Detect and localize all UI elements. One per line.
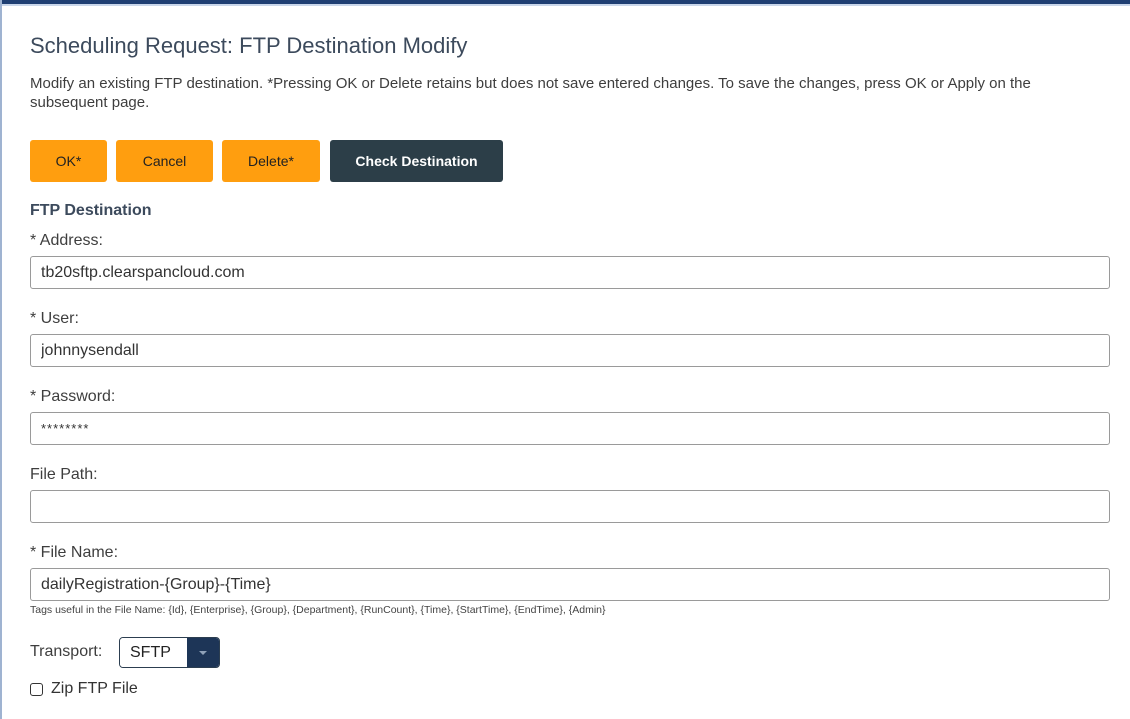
ok-button[interactable]: OK* [30,140,107,182]
address-field[interactable] [30,256,1110,289]
file-path-field[interactable] [30,490,1110,523]
section-title: FTP Destination [30,202,152,219]
file-name-field[interactable] [30,568,1110,601]
page-description: Modify an existing FTP destination. *Pre… [30,75,1031,111]
transport-select[interactable]: SFTP [119,637,220,668]
cancel-button[interactable]: Cancel [116,140,213,182]
zip-ftp-file-label: Zip FTP File [51,680,138,697]
chevron-down-icon [199,650,207,655]
header-rule-shadow [0,4,1130,6]
transport-label: Transport: [30,643,103,660]
file-name-label: * File Name: [30,544,119,561]
zip-ftp-file-checkbox[interactable] [30,682,43,696]
file-name-hint: Tags useful in the File Name: {Id}, {Ent… [30,604,606,616]
zip-ftp-file-option[interactable]: Zip FTP File [30,680,138,698]
address-label: * Address: [30,232,103,249]
check-destination-button[interactable]: Check Destination [330,140,503,182]
page-title: Scheduling Request: FTP Destination Modi… [30,33,468,58]
file-path-label: File Path: [30,466,98,483]
left-border [0,0,2,719]
user-field[interactable] [30,334,1110,367]
select-caret-button[interactable] [187,638,219,667]
delete-button[interactable]: Delete* [222,140,320,182]
password-field[interactable] [30,412,1110,445]
transport-selected-value: SFTP [120,638,187,667]
password-label: * Password: [30,388,116,405]
user-label: * User: [30,310,79,327]
